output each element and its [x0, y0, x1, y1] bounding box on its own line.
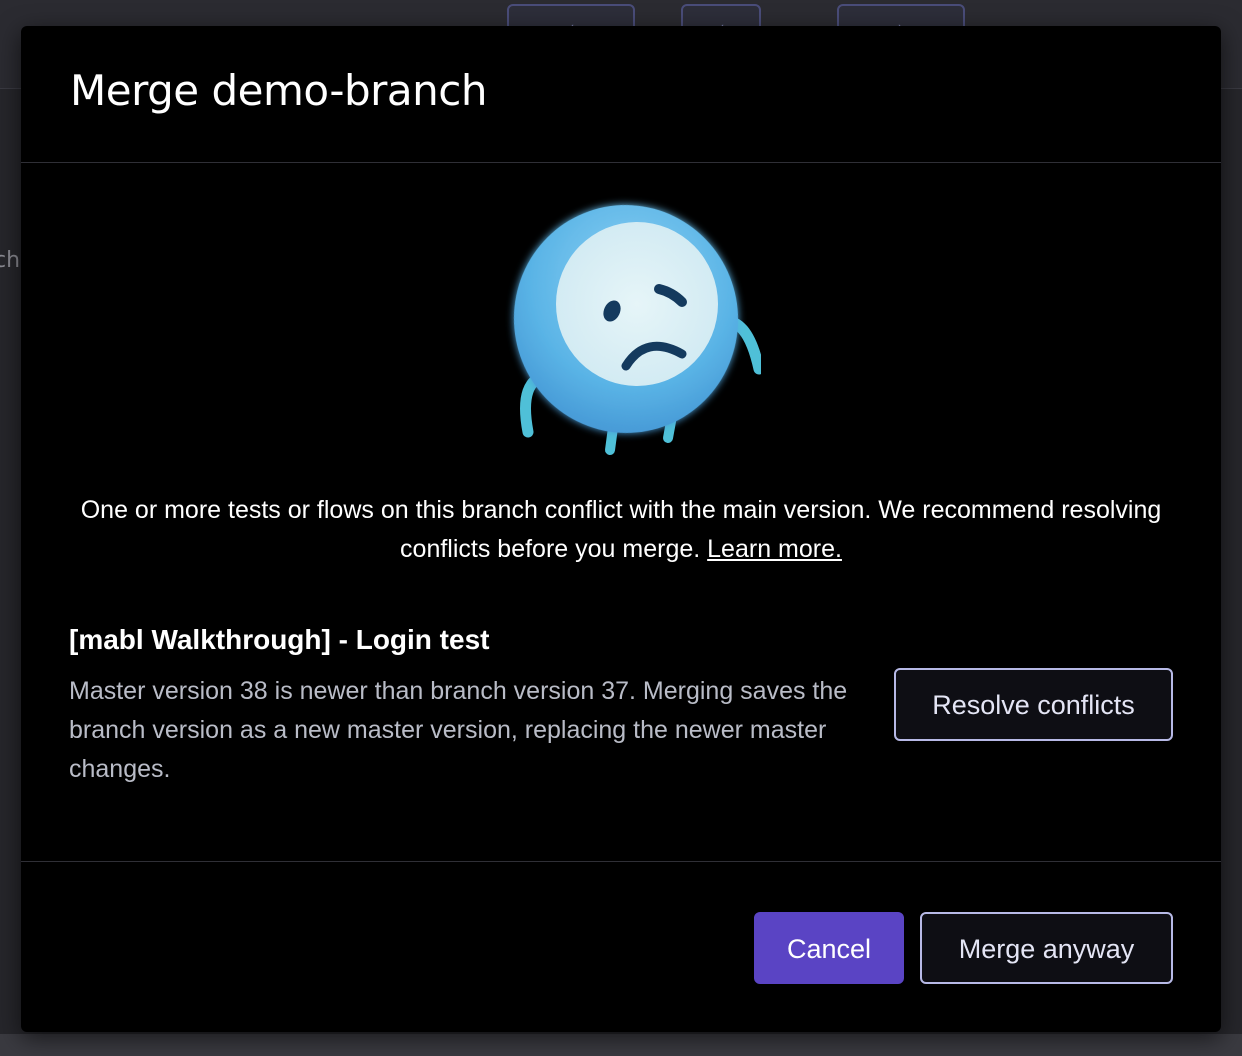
dialog-header: Merge demo-branch: [21, 26, 1221, 163]
cancel-button[interactable]: Cancel: [754, 912, 904, 984]
merge-dialog: Merge demo-branch One or more tests or f…: [21, 26, 1221, 1032]
dialog-footer: Cancel Merge anyway: [21, 861, 1221, 1033]
resolve-conflicts-button[interactable]: Resolve conflicts: [894, 668, 1173, 741]
conflict-message: One or more tests or flows on this branc…: [65, 491, 1177, 569]
background-side-text: ch: [0, 248, 21, 273]
background-bottom-edge: [0, 1034, 1242, 1056]
conflict-item-title: [mabl Walkthrough] - Login test: [69, 624, 490, 655]
conflict-item-description: Master version 38 is newer than branch v…: [69, 677, 848, 783]
sad-mascot-illustration: [513, 205, 761, 455]
conflict-message-text: One or more tests or flows on this branc…: [80, 496, 1162, 563]
merge-anyway-button[interactable]: Merge anyway: [920, 912, 1173, 984]
dialog-title: Merge demo-branch: [70, 66, 488, 115]
learn-more-link[interactable]: Learn more.: [707, 535, 842, 563]
